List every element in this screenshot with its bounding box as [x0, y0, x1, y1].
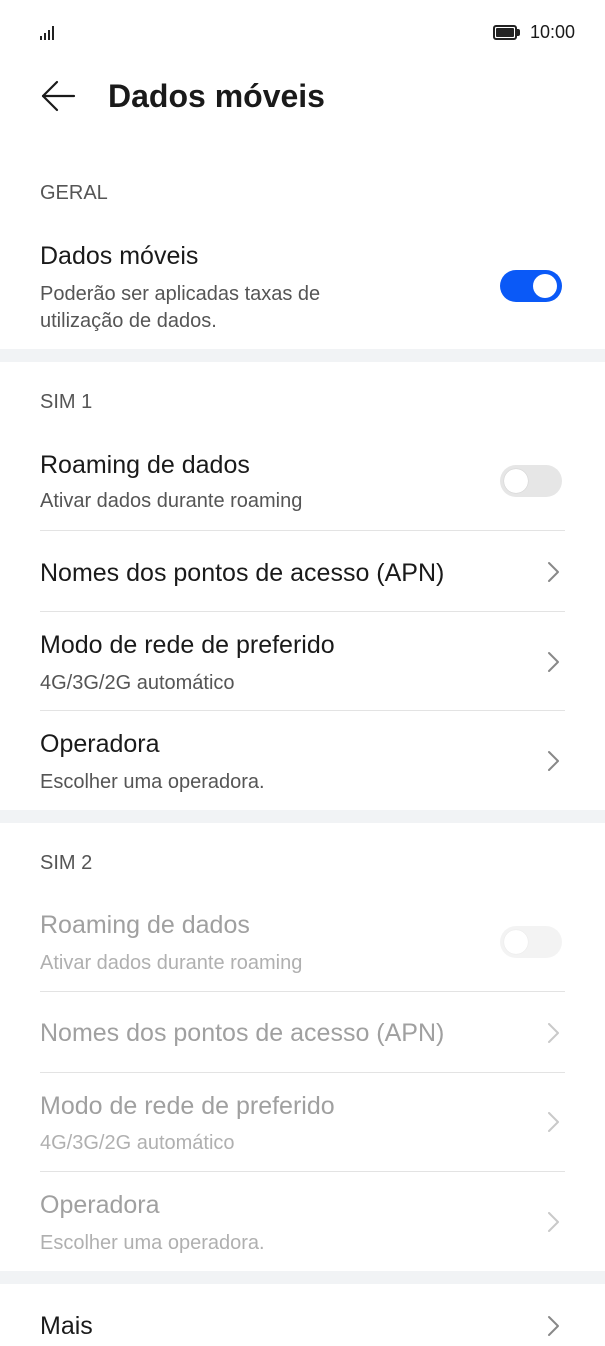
sim1-apn-title: Nomes dos pontos de acesso (APN) [40, 559, 445, 587]
mobile-data-toggle[interactable] [500, 270, 562, 302]
section-divider [0, 349, 605, 362]
page-title: Dados móveis [108, 78, 325, 114]
chevron-right-icon [548, 751, 559, 771]
section-label-geral: GERAL [40, 182, 108, 204]
row-separator [40, 530, 565, 531]
sim2-operator-title: Operadora [40, 1191, 160, 1219]
sim2-operator-subtitle: Escolher uma operadora. [40, 1232, 265, 1254]
sim2-network-mode-title: Modo de rede de preferido [40, 1092, 335, 1120]
sim2-roaming-title: Roaming de dados [40, 911, 250, 939]
chevron-right-icon [548, 1112, 559, 1132]
section-divider [0, 810, 605, 823]
signal-icon [40, 26, 56, 40]
row-separator [40, 1072, 565, 1073]
sim1-operator-subtitle: Escolher uma operadora. [40, 771, 265, 793]
sim1-roaming-toggle[interactable] [500, 465, 562, 497]
chevron-right-icon [548, 1212, 559, 1232]
chevron-right-icon [548, 562, 559, 582]
app-header: Dados móveis [0, 64, 605, 144]
sim2-roaming-subtitle: Ativar dados durante roaming [40, 952, 303, 974]
row-separator [40, 611, 565, 612]
mobile-data-subtitle-2: utilização de dados. [40, 310, 217, 332]
row-separator [40, 991, 565, 992]
mobile-data-title: Dados móveis [40, 242, 199, 270]
back-arrow-icon[interactable] [40, 80, 76, 112]
row-separator [40, 710, 565, 711]
status-time: 10:00 [530, 22, 576, 42]
section-label-sim1: SIM 1 [40, 391, 93, 413]
sim1-network-mode-title: Modo de rede de preferido [40, 631, 335, 659]
chevron-right-icon [548, 1316, 559, 1336]
mobile-data-subtitle-1: Poderão ser aplicadas taxas de [40, 283, 321, 305]
sim2-apn-title: Nomes dos pontos de acesso (APN) [40, 1019, 445, 1047]
battery-icon [493, 25, 521, 40]
sim1-roaming-subtitle: Ativar dados durante roaming [40, 490, 303, 512]
sim1-roaming-title: Roaming de dados [40, 451, 250, 479]
sim2-network-mode-subtitle: 4G/3G/2G automático [40, 1132, 235, 1154]
sim1-operator-title: Operadora [40, 730, 160, 758]
chevron-right-icon [548, 1023, 559, 1043]
section-divider [0, 1271, 605, 1284]
sim2-roaming-toggle [500, 926, 562, 958]
chevron-right-icon [548, 652, 559, 672]
status-bar: 10:00 [0, 0, 605, 64]
more-title: Mais [40, 1312, 93, 1340]
sim1-network-mode-subtitle: 4G/3G/2G automático [40, 672, 235, 694]
section-label-sim2: SIM 2 [40, 852, 93, 874]
row-separator [40, 1171, 565, 1172]
